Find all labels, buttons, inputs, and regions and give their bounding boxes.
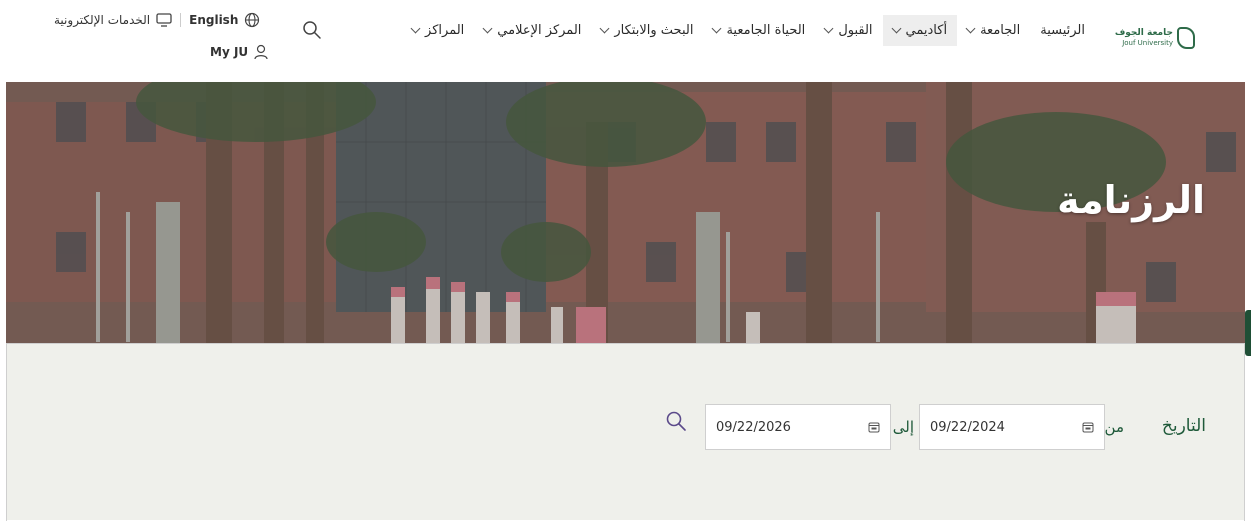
chevron-down-icon — [599, 23, 610, 33]
nav-item-campus-life[interactable]: الحياة الجامعية — [703, 15, 815, 46]
nav-item-centers[interactable]: المراكز — [402, 15, 474, 46]
user-icon — [254, 44, 268, 60]
nav-item-label: القبول — [838, 22, 873, 38]
page-title: الرزنامة — [1057, 178, 1205, 222]
site-header: جامعة الجوف Jouf University الرئيسية الج… — [6, 0, 1245, 82]
nav-item-academic[interactable]: أكاديمي — [882, 14, 958, 46]
chevron-down-icon — [891, 23, 901, 33]
nav-item-media-center[interactable]: المركز الإعلامي — [474, 15, 591, 46]
to-date-value: 09/22/2026 — [716, 419, 791, 435]
logo-text-ar: جامعة الجوف — [1114, 28, 1173, 38]
from-date-input[interactable]: 09/22/2024 — [919, 404, 1105, 450]
language-switch[interactable]: English — [181, 12, 260, 28]
chevron-down-icon — [482, 23, 493, 33]
eservices-link[interactable]: الخدمات الإلكترونية — [54, 13, 182, 27]
nav-item-label: أكاديمي — [905, 22, 948, 38]
from-label: من — [1104, 418, 1124, 436]
myju-link[interactable]: My JU — [210, 44, 268, 60]
chevron-down-icon — [410, 23, 421, 33]
logo-mark-icon — [1177, 27, 1195, 49]
nav-item-label: المركز الإعلامي — [497, 22, 582, 38]
search-icon[interactable] — [302, 20, 322, 40]
nav-item-label: الحياة الجامعية — [726, 22, 806, 38]
nav-item-home[interactable]: الرئيسية — [1030, 15, 1095, 46]
calendar-icon[interactable] — [1082, 421, 1094, 433]
language-label: English — [189, 13, 239, 27]
chevron-down-icon — [712, 23, 722, 33]
myju-label: My JU — [210, 45, 249, 59]
nav-item-research[interactable]: البحث والابتكار — [591, 15, 703, 46]
search-icon[interactable] — [665, 410, 687, 432]
chevron-down-icon — [965, 23, 976, 33]
date-label: التاريخ — [1161, 416, 1206, 436]
nav-item-label: الرئيسية — [1040, 22, 1085, 38]
main-nav: الرئيسية الجامعة أكاديمي القبول الحياة ا… — [402, 12, 1095, 48]
eservices-label: الخدمات الإلكترونية — [54, 13, 151, 27]
nav-item-university[interactable]: الجامعة — [957, 15, 1030, 46]
nav-item-label: الجامعة — [980, 22, 1021, 38]
from-date-value: 09/22/2024 — [930, 419, 1005, 435]
to-date-input[interactable]: 09/22/2026 — [705, 404, 891, 450]
side-feedback-tab[interactable] — [1245, 310, 1251, 356]
to-label: إلى — [892, 418, 914, 436]
globe-icon — [245, 12, 260, 28]
nav-item-admission[interactable]: القبول — [815, 15, 882, 46]
calendar-icon[interactable] — [868, 421, 880, 433]
hero-banner: الرزنامة — [6, 82, 1245, 343]
utility-links: الخدمات الإلكترونية English — [54, 12, 260, 28]
nav-item-label: المراكز — [425, 22, 465, 38]
logo-text-en: Jouf University — [1122, 39, 1173, 47]
university-logo[interactable]: جامعة الجوف Jouf University — [1115, 27, 1195, 49]
monitor-icon — [156, 13, 172, 27]
chevron-down-icon — [823, 23, 834, 33]
date-filter: التاريخ من 09/22/2024 إلى 09/22/2026 — [7, 343, 1244, 520]
nav-item-label: البحث والابتكار — [614, 22, 694, 38]
